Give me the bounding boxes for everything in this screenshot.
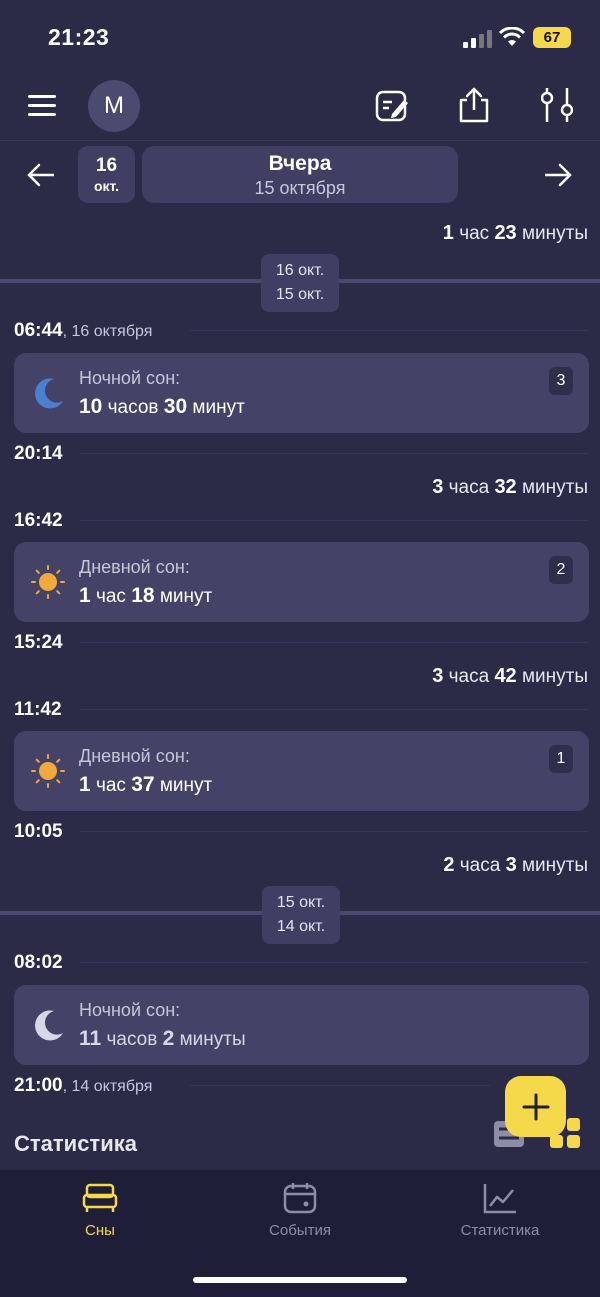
sleep-duration: 1 час 18 минут xyxy=(79,584,213,607)
awake-duration: 3 часа 42 минуты xyxy=(432,665,588,687)
tab-events[interactable]: События xyxy=(200,1182,400,1239)
row-line xyxy=(80,831,588,832)
sleep-count-badge: 3 xyxy=(549,367,573,395)
plus-icon xyxy=(522,1093,549,1120)
share-icon[interactable] xyxy=(456,86,492,124)
sun-icon xyxy=(31,565,65,599)
sleep-card-night[interactable]: Ночной сон: 11 часов 2 минуты xyxy=(14,985,589,1065)
chart-icon xyxy=(483,1184,516,1214)
sleep-card-day[interactable]: Дневной сон: 1 час 18 минут 2 xyxy=(14,542,589,622)
sleep-start-time: 21:00, 14 октября xyxy=(14,1075,153,1096)
wake-time: 11:42 xyxy=(14,699,62,720)
tab-statistics-label: Статистика xyxy=(460,1222,540,1239)
arrow-left-icon[interactable] xyxy=(26,162,56,188)
row-line xyxy=(80,453,588,454)
arrow-right-icon[interactable] xyxy=(543,162,573,188)
wake-time: 16:42 xyxy=(14,510,63,531)
tab-events-label: События xyxy=(269,1222,331,1239)
date-subtitle: 15 октября xyxy=(254,178,346,198)
row-line xyxy=(80,520,588,521)
sun-icon xyxy=(31,754,65,788)
edit-notes-icon[interactable] xyxy=(374,88,410,124)
awake-duration: 3 часа 32 минуты xyxy=(432,476,588,498)
home-indicator[interactable] xyxy=(193,1277,407,1283)
toolbar-divider xyxy=(0,140,600,141)
sleep-count-badge: 1 xyxy=(549,745,573,773)
wifi-icon xyxy=(499,27,525,46)
sleep-type-label: Дневной сон: xyxy=(79,557,190,577)
sleep-type-label: Дневной сон: xyxy=(79,746,190,766)
battery-indicator: 67 xyxy=(533,27,571,48)
tab-statistics[interactable]: Статистика xyxy=(400,1182,600,1239)
sleep-type-label: Ночной сон: xyxy=(79,1000,181,1020)
moon-icon xyxy=(35,1010,63,1041)
date-title: Вчера xyxy=(268,152,332,175)
sleep-duration: 11 часов 2 минуты xyxy=(79,1027,246,1050)
sleep-type-label: Ночной сон: xyxy=(79,368,181,388)
add-entry-button[interactable] xyxy=(505,1076,566,1137)
date-selector[interactable]: Вчера 15 октября xyxy=(142,146,458,203)
wake-time: 06:44, 16 октября xyxy=(14,320,153,341)
row-line xyxy=(80,642,588,643)
sleep-start-time: 15:24 xyxy=(14,632,63,653)
sleep-card-night[interactable]: Ночной сон: 10 часов 30 минут 3 xyxy=(14,353,589,433)
filter-settings-icon[interactable] xyxy=(541,86,573,124)
cellular-signal-icon xyxy=(463,30,492,48)
row-line xyxy=(190,1085,490,1086)
sleep-duration: 10 часов 30 минут xyxy=(79,395,245,418)
awake-duration: 2 часа 3 минуты xyxy=(443,854,588,876)
avatar[interactable]: M xyxy=(88,80,140,132)
calendar-icon xyxy=(283,1183,317,1214)
awake-duration: 1 час 23 минуты xyxy=(442,222,588,244)
tab-sleeps-label: Сны xyxy=(85,1222,115,1239)
status-time: 21:23 xyxy=(48,24,110,50)
day-divider-badge: 15 окт. 14 окт. xyxy=(262,886,340,944)
menu-icon[interactable] xyxy=(28,94,58,118)
sleep-start-time: 20:14 xyxy=(14,443,63,464)
date-chip[interactable]: 16 окт. xyxy=(78,146,135,203)
sleep-duration: 1 час 37 минут xyxy=(79,773,213,796)
sleep-start-time: 10:05 xyxy=(14,821,63,842)
sleep-card-day[interactable]: Дневной сон: 1 час 37 минут 1 xyxy=(14,731,589,811)
day-divider-badge: 16 окт. 15 окт. xyxy=(261,254,339,312)
date-chip-day: 16 xyxy=(95,154,118,176)
statistics-section-title: Статистика xyxy=(14,1131,137,1156)
wake-time: 08:02 xyxy=(14,952,63,973)
row-line xyxy=(190,330,588,331)
sleep-count-badge: 2 xyxy=(549,556,573,584)
tab-sleeps[interactable]: Сны xyxy=(0,1182,200,1239)
date-chip-month: окт. xyxy=(93,177,120,194)
bed-icon xyxy=(82,1183,118,1212)
row-line xyxy=(80,962,588,963)
moon-icon xyxy=(35,378,63,409)
row-line xyxy=(80,709,588,710)
